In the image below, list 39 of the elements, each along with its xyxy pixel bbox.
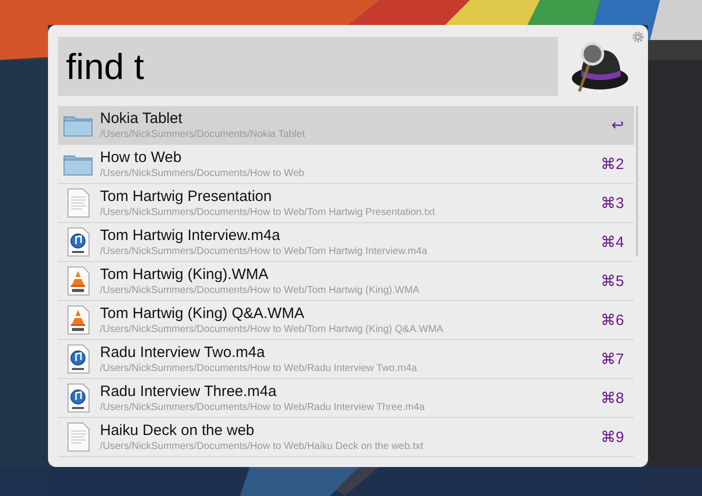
- shortcut-label: ↩: [610, 116, 624, 134]
- result-item[interactable]: Tom Hartwig Interview.m4a /Users/NickSummers/Documents/How to Web/Tom Hartwig Interview.m4a ⌘4: [58, 223, 634, 262]
- result-title: Tom Hartwig (King) Q&A.WMA: [100, 304, 306, 322]
- result-title: Tom Hartwig Presentation: [100, 188, 273, 206]
- shortcut-label: ⌘5: [600, 272, 624, 290]
- result-item[interactable]: Radu Interview Three.m4a /Users/NickSummers/Documents/How to Web/Radu Interview Three.m4a ⌘8: [58, 379, 634, 418]
- result-title: Haiku Deck on the web: [100, 422, 256, 440]
- result-path: /Users/NickSummers/Documents/How to Web: [100, 166, 306, 180]
- shortcut-label: ⌘3: [600, 194, 624, 212]
- shortcut-label: ⌘4: [600, 233, 624, 251]
- result-title: Tom Hartwig (King).WMA: [100, 266, 270, 284]
- result-item[interactable]: Nokia Tablet /Users/NickSummers/Documents/Nokia Tablet ↩: [58, 106, 634, 145]
- result-path: /Users/NickSummers/Documents/How to Web/Tom Hartwig Interview.m4a: [100, 244, 428, 258]
- search-field[interactable]: find t: [58, 37, 558, 96]
- result-path: /Users/NickSummers/Documents/How to Web/Haiku Deck on the web.txt: [100, 440, 424, 452]
- result-title: Nokia Tablet: [100, 110, 184, 128]
- result-item[interactable]: Radu Interview Two.m4a /Users/NickSummers/Documents/How to Web/Radu Interview Two.m4a ⌘7: [58, 340, 634, 379]
- result-path: /Users/NickSummers/Documents/Nokia Tablet: [100, 128, 306, 140]
- result-item[interactable]: Tom Hartwig Presentation /Users/NickSummers/Documents/How to Web/Tom Hartwig Presentation.txt ⌘3: [58, 184, 634, 223]
- result-path: /Users/NickSummers/Documents/How to Web/Tom Hartwig (King).WMA: [100, 284, 420, 296]
- result-title: How to Web: [100, 148, 182, 166]
- result-item[interactable]: Tom Hartwig (King).WMA /Users/NickSummers/Documents/How to Web/Tom Hartwig (King).WMA ⌘5: [58, 262, 634, 301]
- shortcut-label: ⌘8: [600, 389, 624, 407]
- result-item[interactable]: Tom Hartwig (King) Q&A.WMA /Users/NickSummers/Documents/How to Web/Tom Hartwig (King) Q&A.WMA ⌘6: [58, 301, 634, 340]
- result-title: Radu Interview Three.m4a: [100, 382, 278, 400]
- result-title: Tom Hartwig Interview.m4a: [100, 226, 282, 244]
- shortcut-label: ⌘2: [600, 155, 624, 173]
- result-path: /Users/NickSummers/Documents/How to Web/Radu Interview Three.m4a: [100, 400, 426, 414]
- shortcut-label: ⌘9: [600, 428, 624, 446]
- result-path: /Users/NickSummers/Documents/How to Web/Tom Hartwig (King) Q&A.WMA: [100, 322, 444, 336]
- result-item[interactable]: How to Web /Users/NickSummers/Documents/How to Web ⌘2: [58, 145, 634, 184]
- result-path: /Users/NickSummers/Documents/How to Web/Radu Interview Two.m4a: [100, 362, 418, 374]
- result-title: Radu Interview Two.m4a: [100, 344, 266, 362]
- result-path: /Users/NickSummers/Documents/How to Web/Tom Hartwig Presentation.txt: [100, 206, 436, 218]
- shortcut-label: ⌘7: [600, 350, 624, 368]
- settings-icon[interactable]: [632, 31, 644, 43]
- result-item[interactable]: Haiku Deck on the web /Users/NickSummers/Documents/How to Web/Haiku Deck on the web.txt ⌘9: [58, 418, 634, 457]
- shortcut-label: ⌘6: [600, 311, 624, 329]
- scrollbar[interactable]: [636, 106, 638, 256]
